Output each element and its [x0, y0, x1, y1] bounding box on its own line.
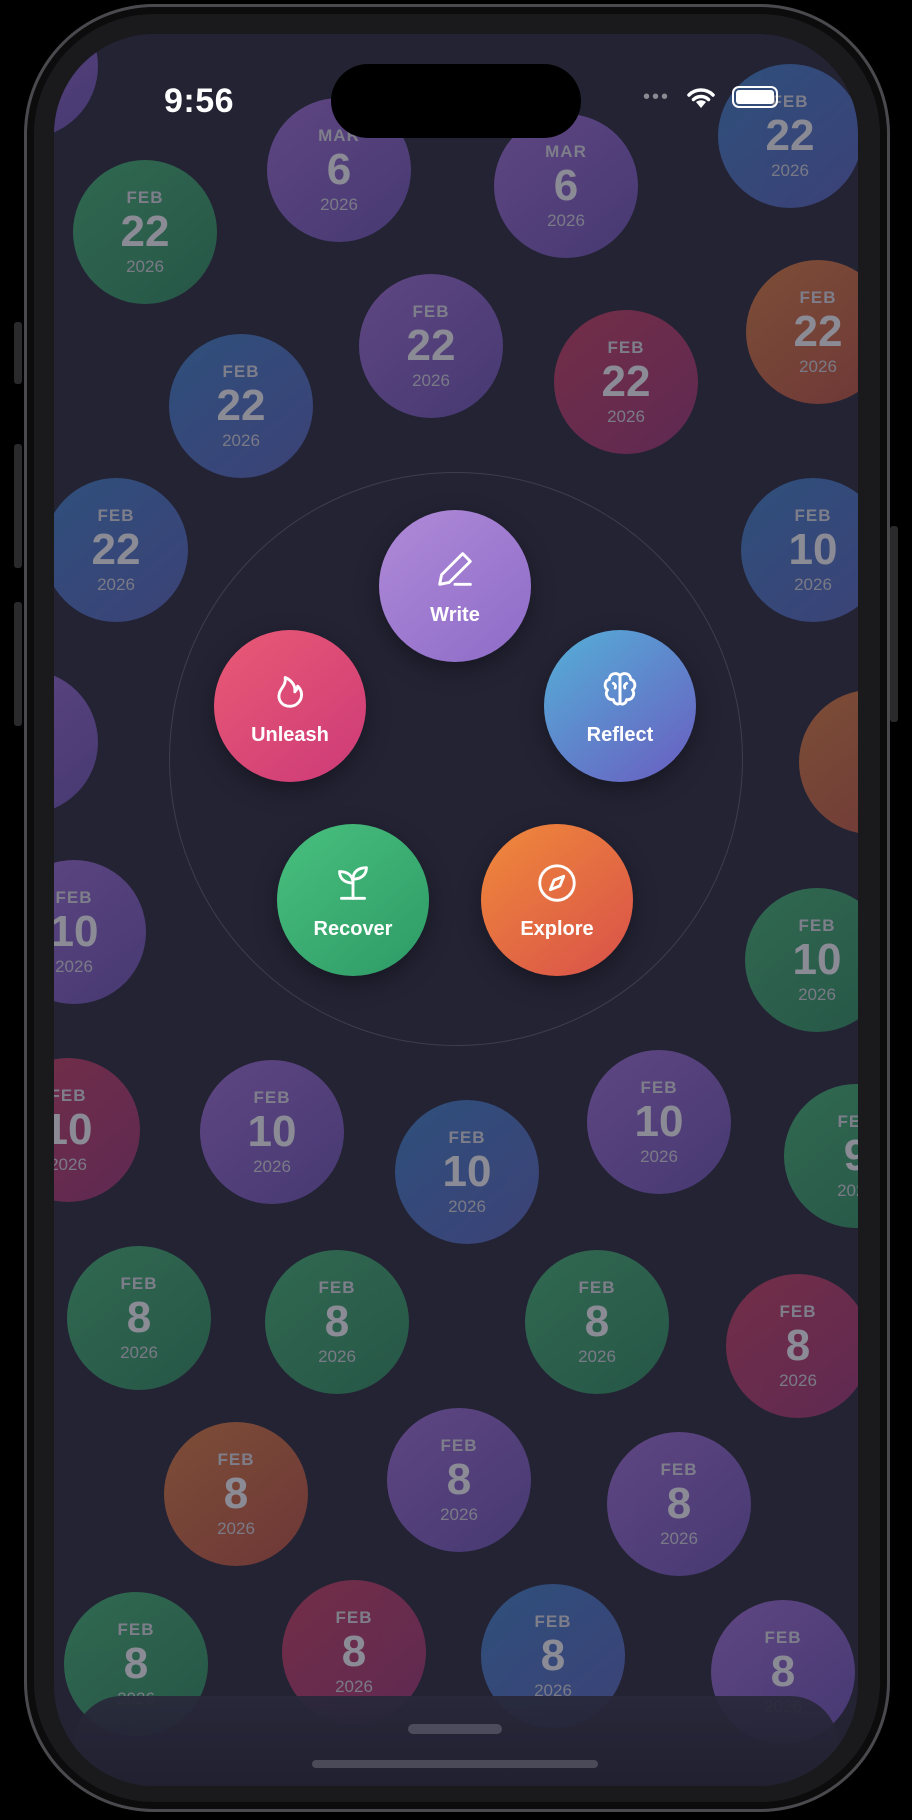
unleash-button[interactable]: Unleash [214, 630, 366, 782]
explore-label: Explore [520, 917, 594, 940]
flame-icon [277, 675, 303, 708]
date-bubble[interactable]: FEB82026 [525, 1250, 669, 1394]
action-button [14, 322, 22, 384]
date-bubble[interactable]: FEB 22 2026 [746, 260, 858, 404]
bottom-sheet[interactable] [74, 1696, 838, 1786]
pencil-icon [438, 551, 472, 586]
status-icons: ••• [643, 84, 778, 110]
explore-button[interactable]: Explore [481, 824, 633, 976]
date-bubble[interactable]: FEB102026 [200, 1060, 344, 1204]
compass-icon [538, 863, 576, 902]
date-bubble[interactable]: FEB82026 [67, 1246, 211, 1390]
date-bubble[interactable]: FEB82026 [164, 1422, 308, 1566]
sheet-handle[interactable] [408, 1724, 502, 1734]
write-button[interactable]: Write [379, 510, 531, 662]
reflect-label: Reflect [586, 723, 654, 746]
date-bubble[interactable]: FEB102026 [395, 1100, 539, 1244]
date-bubble[interactable]: FEB92026 [784, 1084, 858, 1228]
date-bubble[interactable] [54, 670, 98, 814]
reflect-button[interactable]: Reflect [544, 630, 696, 782]
date-bubble[interactable]: FEB82026 [387, 1408, 531, 1552]
volume-down-button [14, 602, 22, 726]
battery-icon [732, 86, 778, 108]
date-bubble[interactable]: FEB 22 2026 [54, 478, 188, 622]
date-bubble[interactable] [54, 34, 98, 138]
date-bubble[interactable]: FEB 22 2026 [73, 160, 217, 304]
dynamic-island [331, 64, 581, 138]
screen: 9:56 ••• MAR 6 2026 MAR 6 2026 FEB 22 2026 FEB… [54, 34, 858, 1786]
date-bubble[interactable]: FEB102026 [745, 888, 858, 1032]
date-bubble[interactable] [799, 690, 858, 834]
sprout-icon [338, 865, 368, 900]
recover-label: Recover [313, 917, 393, 940]
power-button [890, 526, 898, 722]
signal-dots-icon: ••• [642, 85, 670, 108]
date-bubble[interactable]: FEB82026 [726, 1274, 858, 1418]
brain-icon [603, 671, 637, 705]
date-bubble[interactable]: FEB 22 2026 [359, 274, 503, 418]
wifi-icon [687, 88, 715, 108]
write-label: Write [430, 603, 480, 626]
date-bubble[interactable]: FEB102026 [587, 1050, 731, 1194]
date-bubble[interactable]: FEB102026 [54, 860, 146, 1004]
date-bubble[interactable]: FEB82026 [265, 1250, 409, 1394]
unleash-label: Unleash [251, 723, 329, 746]
recover-button[interactable]: Recover [277, 824, 429, 976]
date-bubble[interactable]: FEB102026 [741, 478, 858, 622]
date-bubble[interactable]: FEB82026 [607, 1432, 751, 1576]
date-bubble[interactable]: FEB102026 [54, 1058, 140, 1202]
date-bubble[interactable]: FEB 22 2026 [554, 310, 698, 454]
volume-up-button [14, 444, 22, 568]
status-time: 9:56 [164, 82, 235, 120]
date-bubble[interactable]: FEB 22 2026 [169, 334, 313, 478]
home-indicator[interactable] [312, 1760, 598, 1768]
